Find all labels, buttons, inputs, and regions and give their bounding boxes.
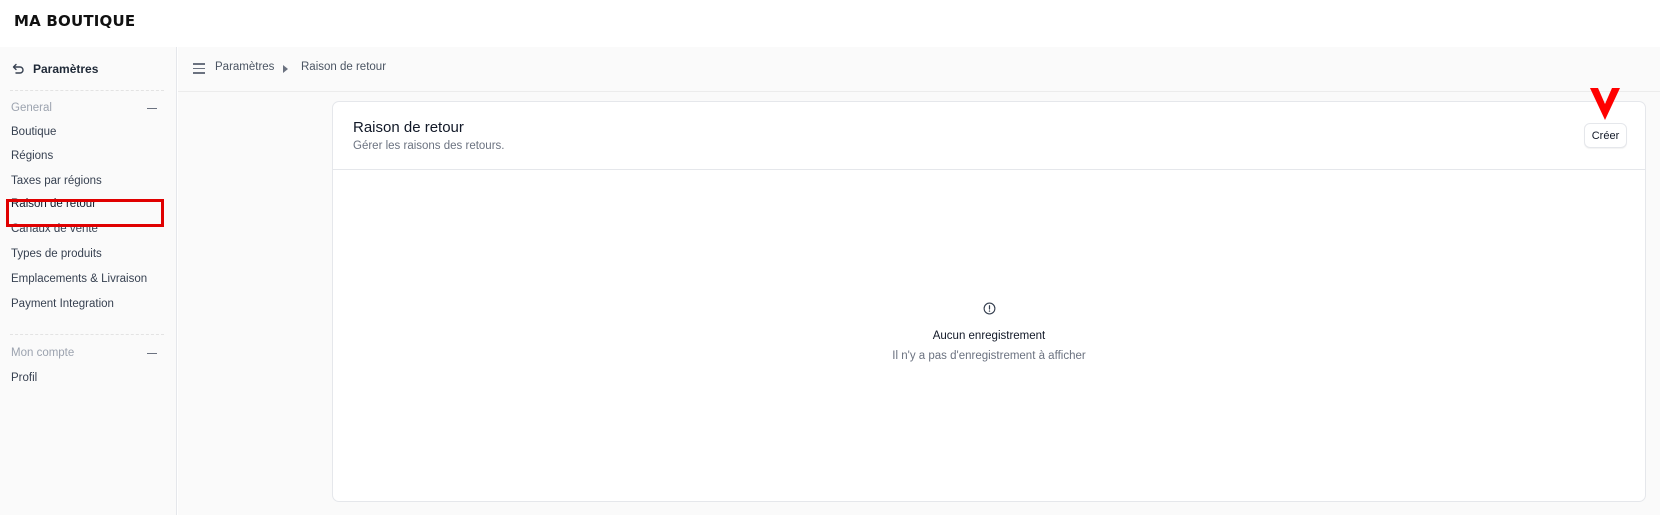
sidebar-item-regions[interactable]: Régions	[11, 147, 53, 165]
info-circle-icon	[983, 302, 996, 315]
card-header: Raison de retour Gérer les raisons des r…	[333, 102, 1645, 170]
breadcrumb-parent-link[interactable]: Paramètres	[215, 61, 274, 73]
sidebar-item-payment-integration[interactable]: Payment Integration	[11, 295, 114, 313]
section-general: General	[11, 99, 157, 117]
triangle-right-icon	[283, 65, 288, 73]
sidebar-item-boutique[interactable]: Boutique	[11, 123, 56, 141]
sidebar-item-profile[interactable]: Profil	[11, 369, 37, 387]
divider	[10, 90, 164, 91]
page-subtitle: Gérer les raisons des retours.	[353, 140, 505, 152]
empty-state: Aucun enregistrement Il n'y a pas d'enre…	[333, 170, 1645, 503]
breadcrumb: Paramètres Raison de retour	[178, 47, 1660, 92]
hamburger-menu-icon[interactable]	[193, 63, 205, 75]
section-title: General	[11, 102, 52, 114]
highlight-annotation	[6, 199, 164, 227]
section-my-account: Mon compte	[11, 344, 157, 362]
back-arrow-icon	[12, 63, 24, 74]
sidebar-item-locations-shipping[interactable]: Emplacements & Livraison	[11, 270, 147, 288]
breadcrumb-current: Raison de retour	[301, 61, 387, 73]
settings-sidebar: Paramètres General Boutique Régions Taxe…	[0, 47, 177, 515]
divider	[10, 334, 164, 335]
top-bar: MA BOUTIQUE	[0, 0, 1660, 47]
return-reasons-card: Raison de retour Gérer les raisons des r…	[332, 101, 1646, 502]
empty-title: Aucun enregistrement	[932, 330, 1046, 342]
back-to-settings-button[interactable]: Paramètres	[11, 59, 98, 79]
create-button[interactable]: Créer	[1584, 123, 1627, 148]
section-title: Mon compte	[11, 347, 75, 359]
minus-icon[interactable]	[147, 352, 157, 354]
back-label: Paramètres	[33, 62, 99, 76]
minus-icon[interactable]	[147, 107, 157, 109]
annotation-arrow-icon	[1590, 88, 1620, 120]
sidebar-item-taxes[interactable]: Taxes par régions	[11, 172, 102, 190]
store-logo[interactable]: MA BOUTIQUE	[14, 12, 135, 30]
empty-message: Il n'y a pas d'enregistrement à afficher	[892, 350, 1086, 362]
page-title: Raison de retour	[353, 119, 464, 136]
sidebar-item-product-types[interactable]: Types de produits	[11, 245, 102, 263]
